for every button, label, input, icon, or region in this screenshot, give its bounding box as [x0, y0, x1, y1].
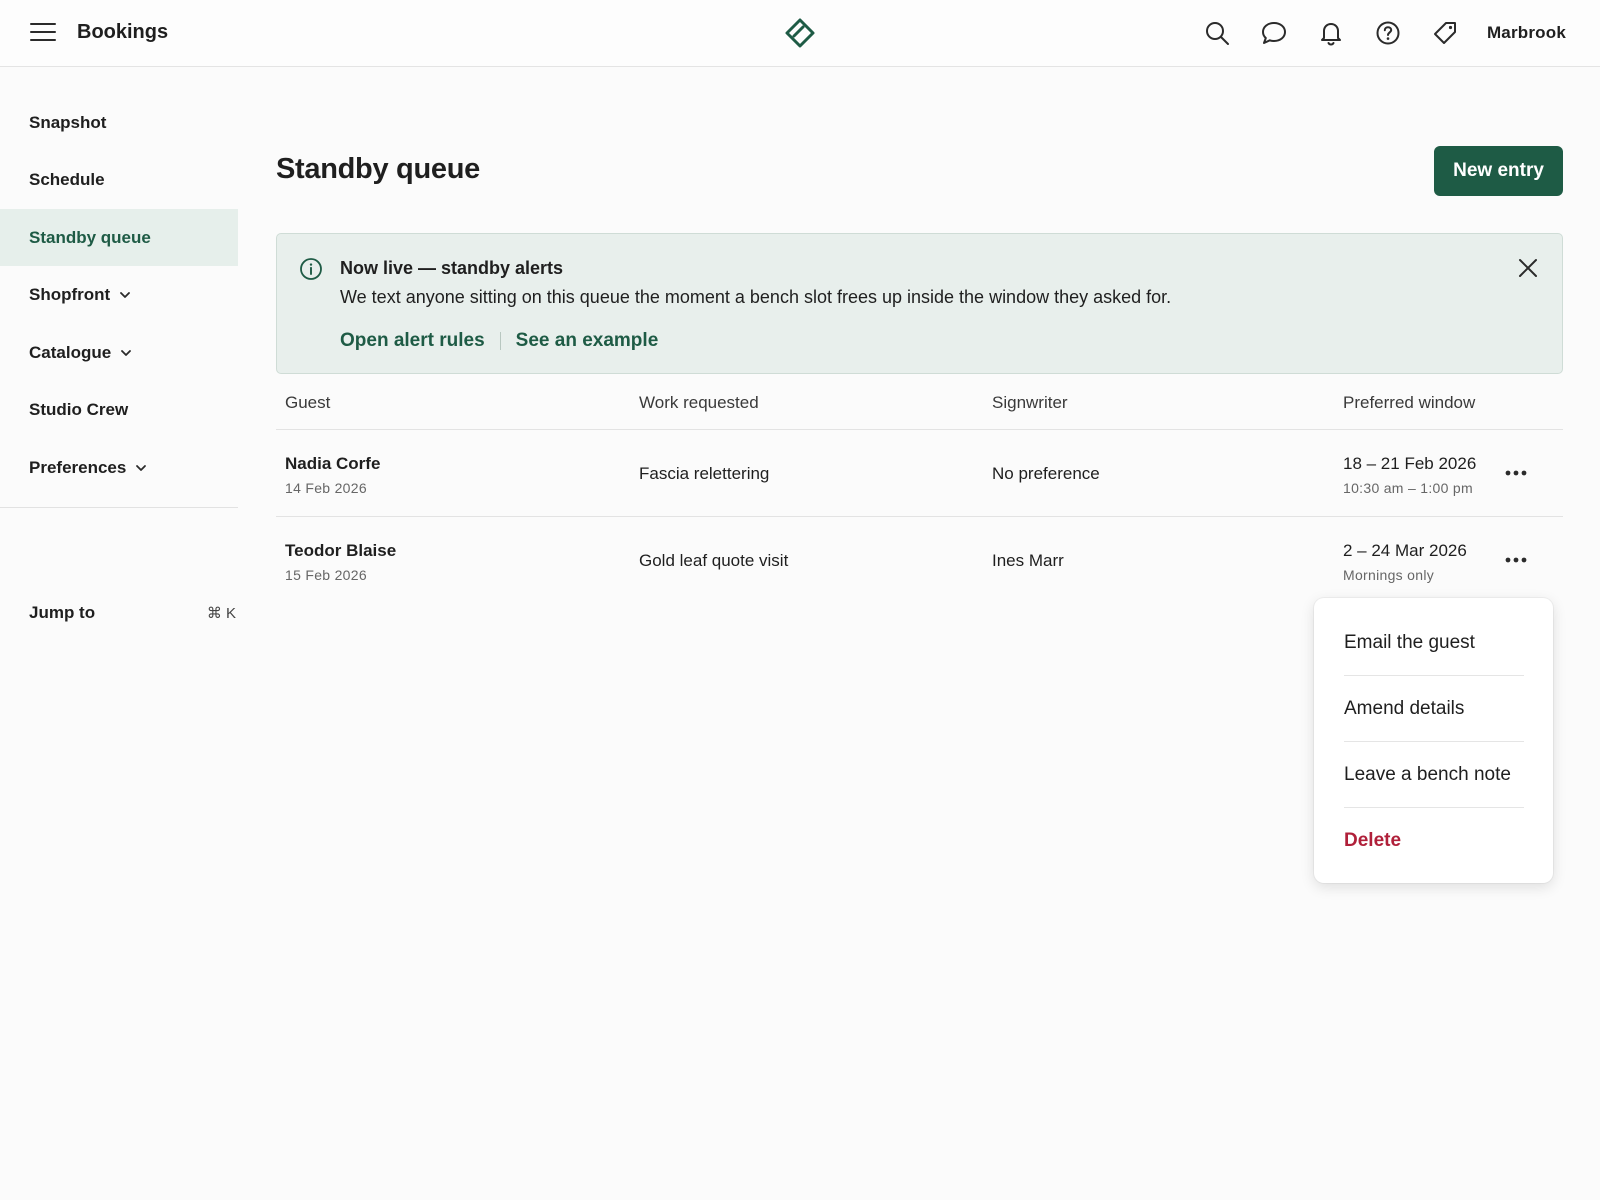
sidebar-item-label: Catalogue — [29, 342, 112, 362]
jump-to-button[interactable]: Jump to ⌘ K — [0, 584, 238, 641]
banner-title: Now live — standby alerts — [340, 258, 564, 278]
guest-date: 14 Feb 2026 — [285, 480, 367, 496]
table-row[interactable]: Nadia Corfe 14 Feb 2026 Fascia reletteri… — [276, 430, 1563, 517]
menu-icon[interactable] — [30, 23, 56, 43]
see-example-link[interactable]: See an example — [516, 330, 659, 352]
sidebar-item-studio-crew[interactable]: Studio Crew — [0, 381, 238, 438]
table-header: Guest Work requested Signwriter Preferre… — [276, 374, 1563, 430]
menu-item-amend-details[interactable]: Amend details — [1344, 676, 1524, 742]
close-icon[interactable] — [1516, 256, 1540, 280]
signwriter: No preference — [992, 464, 1100, 483]
sidebar-item-label: Standby queue — [29, 227, 151, 247]
new-entry-button[interactable]: New entry — [1434, 146, 1563, 196]
sidebar-divider — [0, 507, 238, 508]
preferred-window-detail: Mornings only — [1343, 567, 1435, 583]
page-title: Standby queue — [276, 153, 480, 185]
top-bar: Bookings Marbrook — [0, 0, 1600, 67]
chevron-down-icon — [136, 464, 147, 471]
sidebar-item-snapshot[interactable]: Snapshot — [0, 94, 238, 151]
sidebar-item-label: Studio Crew — [29, 399, 129, 419]
sidebar-item-schedule[interactable]: Schedule — [0, 151, 238, 208]
sidebar: Snapshot Schedule Standby queue Shopfron… — [0, 67, 238, 1200]
more-options-icon[interactable] — [1501, 545, 1531, 575]
work-requested: Fascia relettering — [639, 464, 770, 483]
info-banner: Now live — standby alerts We text anyone… — [276, 233, 1563, 374]
sidebar-item-label: Preferences — [29, 457, 127, 477]
account-name[interactable]: Marbrook — [1487, 23, 1566, 43]
search-icon[interactable] — [1203, 19, 1231, 47]
link-divider — [499, 332, 501, 350]
logo-icon[interactable] — [784, 17, 816, 49]
sidebar-item-label: Schedule — [29, 169, 105, 189]
sidebar-item-label: Shopfront — [29, 284, 111, 304]
menu-item-email-guest[interactable]: Email the guest — [1344, 610, 1524, 676]
preferred-window: 2 – 24 Mar 2026 — [1343, 541, 1467, 560]
keyboard-shortcut: ⌘ K — [206, 604, 236, 622]
chevron-down-icon — [121, 349, 132, 356]
chat-icon[interactable] — [1260, 19, 1288, 47]
sidebar-item-preferences[interactable]: Preferences — [0, 439, 238, 496]
row-actions-menu: Email the guest Amend details Leave a be… — [1314, 598, 1553, 883]
column-header-work[interactable]: Work requested — [639, 393, 759, 413]
banner-body: We text anyone sitting on this queue the… — [340, 287, 1172, 307]
bell-icon[interactable] — [1317, 19, 1345, 47]
banner-links: Open alert rules See an example — [340, 330, 658, 352]
menu-item-delete[interactable]: Delete — [1344, 808, 1524, 874]
preferred-window: 18 – 21 Feb 2026 — [1343, 454, 1477, 473]
work-requested: Gold leaf quote visit — [639, 551, 789, 570]
open-alert-rules-link[interactable]: Open alert rules — [340, 330, 485, 352]
column-header-guest[interactable]: Guest — [285, 393, 330, 413]
app-title: Bookings — [77, 21, 169, 43]
preferred-window-detail: 10:30 am – 1:00 pm — [1343, 480, 1473, 496]
sidebar-item-standby-queue[interactable]: Standby queue — [0, 209, 238, 266]
guest-name: Nadia Corfe — [285, 454, 381, 473]
menu-item-bench-note[interactable]: Leave a bench note — [1344, 742, 1524, 808]
more-options-icon[interactable] — [1501, 458, 1531, 488]
sidebar-item-shopfront[interactable]: Shopfront — [0, 266, 238, 323]
guest-name: Teodor Blaise — [285, 541, 397, 560]
signwriter: Ines Marr — [992, 551, 1064, 570]
column-header-signwriter[interactable]: Signwriter — [992, 393, 1068, 413]
sidebar-item-label: Snapshot — [29, 112, 107, 132]
table-row[interactable]: Teodor Blaise 15 Feb 2026 Gold leaf quot… — [276, 517, 1563, 604]
help-icon[interactable] — [1374, 19, 1402, 47]
sidebar-item-catalogue[interactable]: Catalogue — [0, 324, 238, 381]
column-header-window[interactable]: Preferred window — [1343, 393, 1475, 413]
chevron-down-icon — [120, 291, 131, 298]
guest-date: 15 Feb 2026 — [285, 567, 367, 583]
jump-to-label: Jump to — [29, 602, 96, 622]
standby-table: Guest Work requested Signwriter Preferre… — [276, 374, 1563, 604]
info-icon — [300, 258, 322, 280]
tag-icon[interactable] — [1431, 19, 1459, 47]
